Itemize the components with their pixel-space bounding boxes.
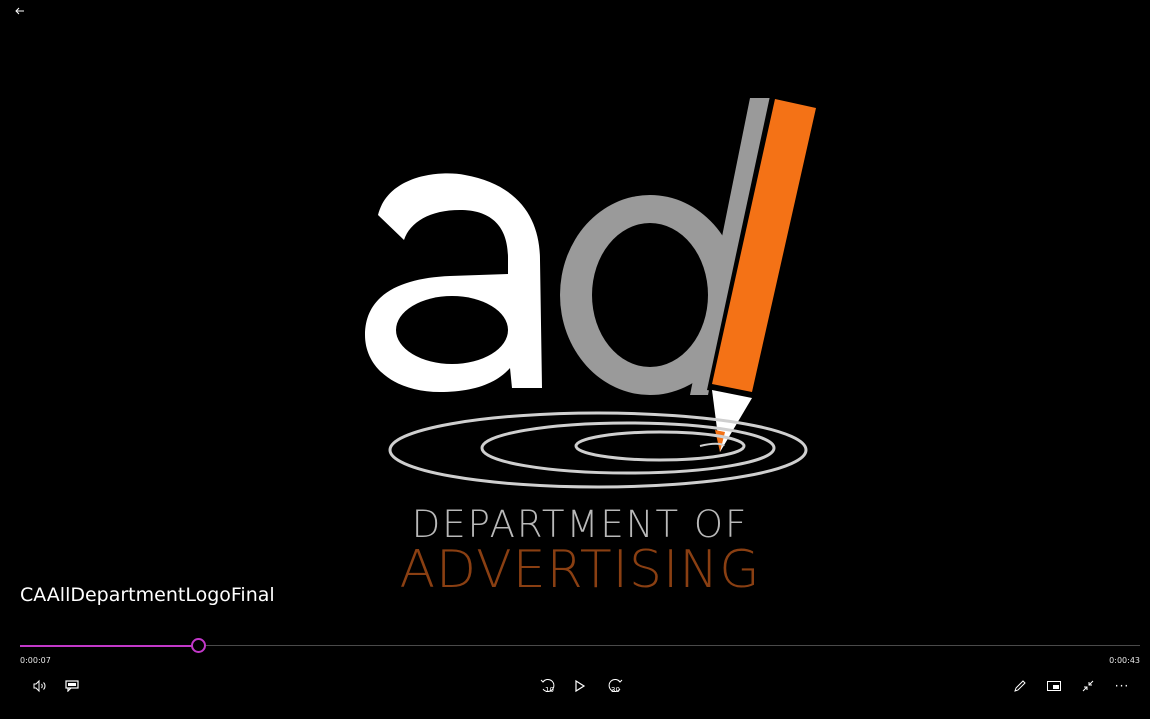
play-icon (575, 679, 586, 693)
more-options-button[interactable]: ··· (1112, 676, 1132, 696)
video-title: CAAllDepartmentLogoFinal (20, 584, 275, 606)
play-button[interactable] (570, 676, 590, 696)
back-button[interactable] (12, 4, 28, 18)
skip-forward-label: 30 (611, 686, 620, 694)
captions-icon (65, 680, 79, 692)
edit-button[interactable] (1010, 676, 1030, 696)
seek-bar[interactable] (20, 638, 1140, 653)
back-arrow-icon (15, 7, 24, 15)
skip-back-label: 10 (545, 686, 554, 694)
seek-bar-thumb[interactable] (191, 638, 206, 653)
volume-icon (33, 679, 46, 693)
video-frame[interactable]: DEPARTMENT OF ADVERTISING (0, 0, 1150, 640)
logo-ripples (388, 411, 808, 489)
elapsed-time: 0:00:07 (20, 656, 51, 665)
skip-back-button[interactable]: 10 (538, 676, 558, 696)
skip-forward-button[interactable]: 30 (605, 676, 625, 696)
mini-view-button[interactable] (1044, 676, 1064, 696)
seek-bar-progress (20, 644, 198, 647)
exit-fullscreen-icon (1082, 680, 1094, 692)
skip-back-10-icon: 10 (540, 679, 555, 694)
mini-view-icon (1047, 681, 1061, 691)
more-options-icon: ··· (1114, 679, 1130, 693)
captions-button[interactable] (62, 676, 82, 696)
pencil-edit-icon (1014, 680, 1026, 692)
exit-fullscreen-button[interactable] (1078, 676, 1098, 696)
logo-letter-a (365, 173, 542, 392)
volume-button[interactable] (30, 676, 50, 696)
skip-forward-30-icon: 30 (608, 679, 623, 694)
logo-advertising: ADVERTISING (399, 540, 761, 600)
total-time: 0:00:43 (1109, 656, 1140, 665)
